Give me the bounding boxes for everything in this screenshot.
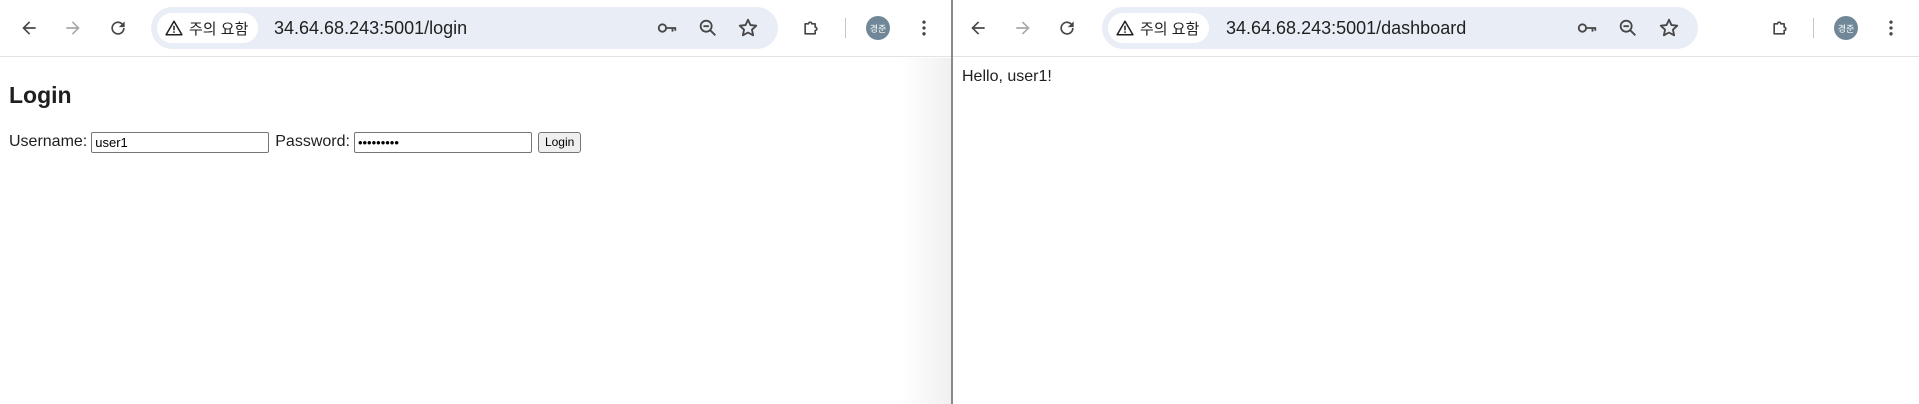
password-input[interactable]	[353, 131, 532, 153]
login-button[interactable]: Login	[537, 131, 582, 153]
zoom-out-icon[interactable]	[696, 16, 720, 40]
address-bar[interactable]: 주의 요함 34.64.68.243:5001/dashboard	[1102, 7, 1698, 49]
warning-triangle-icon	[1116, 20, 1134, 36]
security-chip[interactable]: 주의 요함	[1108, 13, 1210, 43]
url-text[interactable]: 34.64.68.243:5001/login	[274, 7, 467, 49]
puzzle-icon[interactable]	[795, 12, 827, 44]
kebab-menu-icon[interactable]	[908, 12, 940, 44]
puzzle-icon[interactable]	[1764, 12, 1796, 44]
back-arrow-icon[interactable]	[962, 12, 994, 44]
page-content: Login Username: Password: Login	[0, 58, 951, 404]
star-icon[interactable]	[1657, 16, 1681, 40]
login-form: Username: Password: Login	[9, 130, 582, 154]
browser-toolbar: 주의 요함 34.64.68.243:5001/login 경준	[0, 0, 951, 57]
toolbar-separator	[845, 18, 846, 38]
forward-arrow-icon[interactable]	[1007, 12, 1039, 44]
security-chip-label: 주의 요함	[189, 20, 249, 38]
zoom-out-icon[interactable]	[1616, 16, 1640, 40]
reload-icon[interactable]	[102, 12, 134, 44]
security-chip[interactable]: 주의 요함	[157, 13, 259, 43]
key-icon[interactable]	[1575, 16, 1599, 40]
username-label: Username:	[9, 133, 88, 150]
username-input[interactable]	[91, 131, 270, 153]
greeting-text: Hello, user1!	[962, 68, 1052, 85]
key-icon[interactable]	[655, 16, 679, 40]
address-bar[interactable]: 주의 요함 34.64.68.243:5001/login	[151, 7, 778, 49]
reload-icon[interactable]	[1051, 12, 1083, 44]
star-icon[interactable]	[736, 16, 760, 40]
browser-toolbar: 주의 요함 34.64.68.243:5001/dashboard 경준	[953, 0, 1919, 57]
browser-window-right: 주의 요함 34.64.68.243:5001/dashboard 경준 Hel…	[953, 0, 1919, 404]
avatar[interactable]: 경준	[1834, 16, 1858, 40]
forward-arrow-icon[interactable]	[57, 12, 89, 44]
warning-triangle-icon	[165, 20, 183, 36]
window-edge-shadow	[900, 58, 951, 404]
avatar[interactable]: 경준	[866, 16, 890, 40]
browser-window-left: 주의 요함 34.64.68.243:5001/login 경준 Login U…	[0, 0, 951, 404]
page-content: Hello, user1!	[953, 58, 1919, 404]
kebab-menu-icon[interactable]	[1875, 12, 1907, 44]
toolbar-separator	[1813, 18, 1814, 38]
page-title: Login	[9, 82, 72, 108]
back-arrow-icon[interactable]	[13, 12, 45, 44]
security-chip-label: 주의 요함	[1140, 20, 1200, 38]
url-text[interactable]: 34.64.68.243:5001/dashboard	[1226, 7, 1466, 49]
password-label: Password:	[275, 133, 350, 150]
